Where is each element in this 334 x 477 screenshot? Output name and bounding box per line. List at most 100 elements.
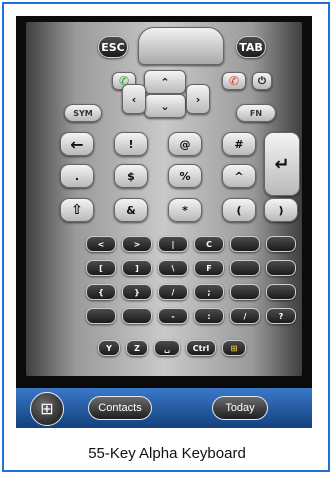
today-softkey[interactable]: Today [212,396,268,420]
key-question[interactable]: ? [266,308,296,324]
key-caret[interactable]: ^ [222,164,256,188]
backspace-icon: ← [70,134,84,154]
key-slash[interactable]: / [158,284,188,300]
key-blank-5b[interactable] [266,260,296,276]
key-hash[interactable]: # [222,132,256,156]
enter-icon: ↵ [274,153,290,175]
space-icon: ␣ [164,343,170,353]
key-label: C [206,239,212,249]
key-left-bracket[interactable]: [ [86,260,116,276]
power-icon: ⏻ [258,75,266,87]
tab-key[interactable]: TAB [236,36,266,58]
key-dollar[interactable]: $ [114,164,148,188]
windows-logo-icon: ⊞ [40,401,54,418]
key-blank-7a[interactable] [86,308,116,324]
key-left-brace[interactable]: { [86,284,116,300]
key-blank-5a[interactable] [230,260,260,276]
arrow-down-icon: ⌄ [160,99,170,113]
key-blank-4b[interactable] [266,236,296,252]
device-screen: ESC TAB ✆ ✆ ⏻ ⌃ ⌄ ‹ › SYM FN ← ! @ # ↵ .… [16,16,312,428]
nav-left-key[interactable]: ‹ [122,84,146,114]
windows-key[interactable]: ⊞ [222,340,246,356]
key-y[interactable]: Y [98,340,120,356]
key-z[interactable]: Z [126,340,148,356]
key-label: # [234,137,244,151]
enter-key[interactable]: ↵ [264,132,300,196]
key-blank-4a[interactable] [230,236,260,252]
arrow-right-icon: › [195,92,201,106]
key-label: : [207,311,211,321]
esc-label: ESC [101,40,125,54]
key-right-brace[interactable]: } [122,284,152,300]
esc-key[interactable]: ESC [98,36,128,58]
key-colon[interactable]: : [194,308,224,324]
key-label: ) [278,203,284,217]
key-blank-6b[interactable] [266,284,296,300]
key-blank-6a[interactable] [230,284,260,300]
key-ampersand[interactable]: & [114,198,148,222]
key-pipe[interactable]: | [158,236,188,252]
key-label: & [126,203,136,217]
key-label: $ [127,169,135,183]
key-slash-2[interactable]: / [230,308,260,324]
key-label: @ [179,137,191,151]
nav-up-key[interactable]: ⌃ [144,70,186,94]
key-exclamation[interactable]: ! [114,132,148,156]
key-c[interactable]: C [194,236,224,252]
key-label: < [97,239,105,249]
display-key[interactable] [138,27,224,65]
key-label: | [171,239,175,249]
nav-right-key[interactable]: › [186,84,210,114]
key-label: ^ [234,169,244,183]
key-blank-7b[interactable] [122,308,152,324]
key-greater-than[interactable]: > [122,236,152,252]
key-label: - [171,311,175,321]
end-call-icon: ✆ [228,74,240,88]
key-label: ] [135,263,139,273]
alpha-keyboard: ESC TAB ✆ ✆ ⏻ ⌃ ⌄ ‹ › SYM FN ← ! @ # ↵ .… [26,22,302,376]
fn-label: FN [249,108,263,118]
key-label: } [134,287,140,297]
key-label: > [133,239,141,249]
taskbar: ⊞ Contacts Today [16,388,312,428]
space-key[interactable]: ␣ [154,340,180,356]
key-asterisk[interactable]: * [168,198,202,222]
contacts-label: Contacts [98,402,142,414]
key-less-than[interactable]: < [86,236,116,252]
today-label: Today [225,402,255,414]
key-backslash[interactable]: \ [158,260,188,276]
power-key[interactable]: ⏻ [252,72,272,90]
shift-key[interactable]: ⇧ [60,198,94,222]
windows-flag-icon: ⊞ [230,343,238,353]
nav-down-key[interactable]: ⌄ [144,94,186,118]
key-left-paren[interactable]: ( [222,198,256,222]
key-label: F [206,263,212,273]
key-label: ! [128,137,134,151]
start-button[interactable]: ⊞ [30,392,64,426]
key-label: ( [236,203,242,217]
end-call-key[interactable]: ✆ [222,72,246,90]
fn-key[interactable]: FN [236,104,276,122]
key-label: * [182,203,188,217]
key-minus[interactable]: - [158,308,188,324]
key-right-bracket[interactable]: ] [122,260,152,276]
shift-icon: ⇧ [71,202,83,218]
sym-label: SYM [73,108,93,118]
key-semicolon[interactable]: ; [194,284,224,300]
key-label: ? [278,311,284,321]
key-label: . [74,169,80,183]
key-period[interactable]: . [60,164,94,188]
key-percent[interactable]: % [168,164,202,188]
contacts-softkey[interactable]: Contacts [88,396,152,420]
key-at[interactable]: @ [168,132,202,156]
backspace-key[interactable]: ← [60,132,94,156]
key-label: { [98,287,104,297]
key-right-paren[interactable]: ) [264,198,298,222]
figure-caption: 55-Key Alpha Keyboard [88,445,246,462]
sym-key[interactable]: SYM [64,104,102,122]
key-f[interactable]: F [194,260,224,276]
key-label: / [171,287,175,297]
key-label: ; [207,287,211,297]
ctrl-key[interactable]: Ctrl [186,340,216,356]
key-label: Z [134,343,140,353]
